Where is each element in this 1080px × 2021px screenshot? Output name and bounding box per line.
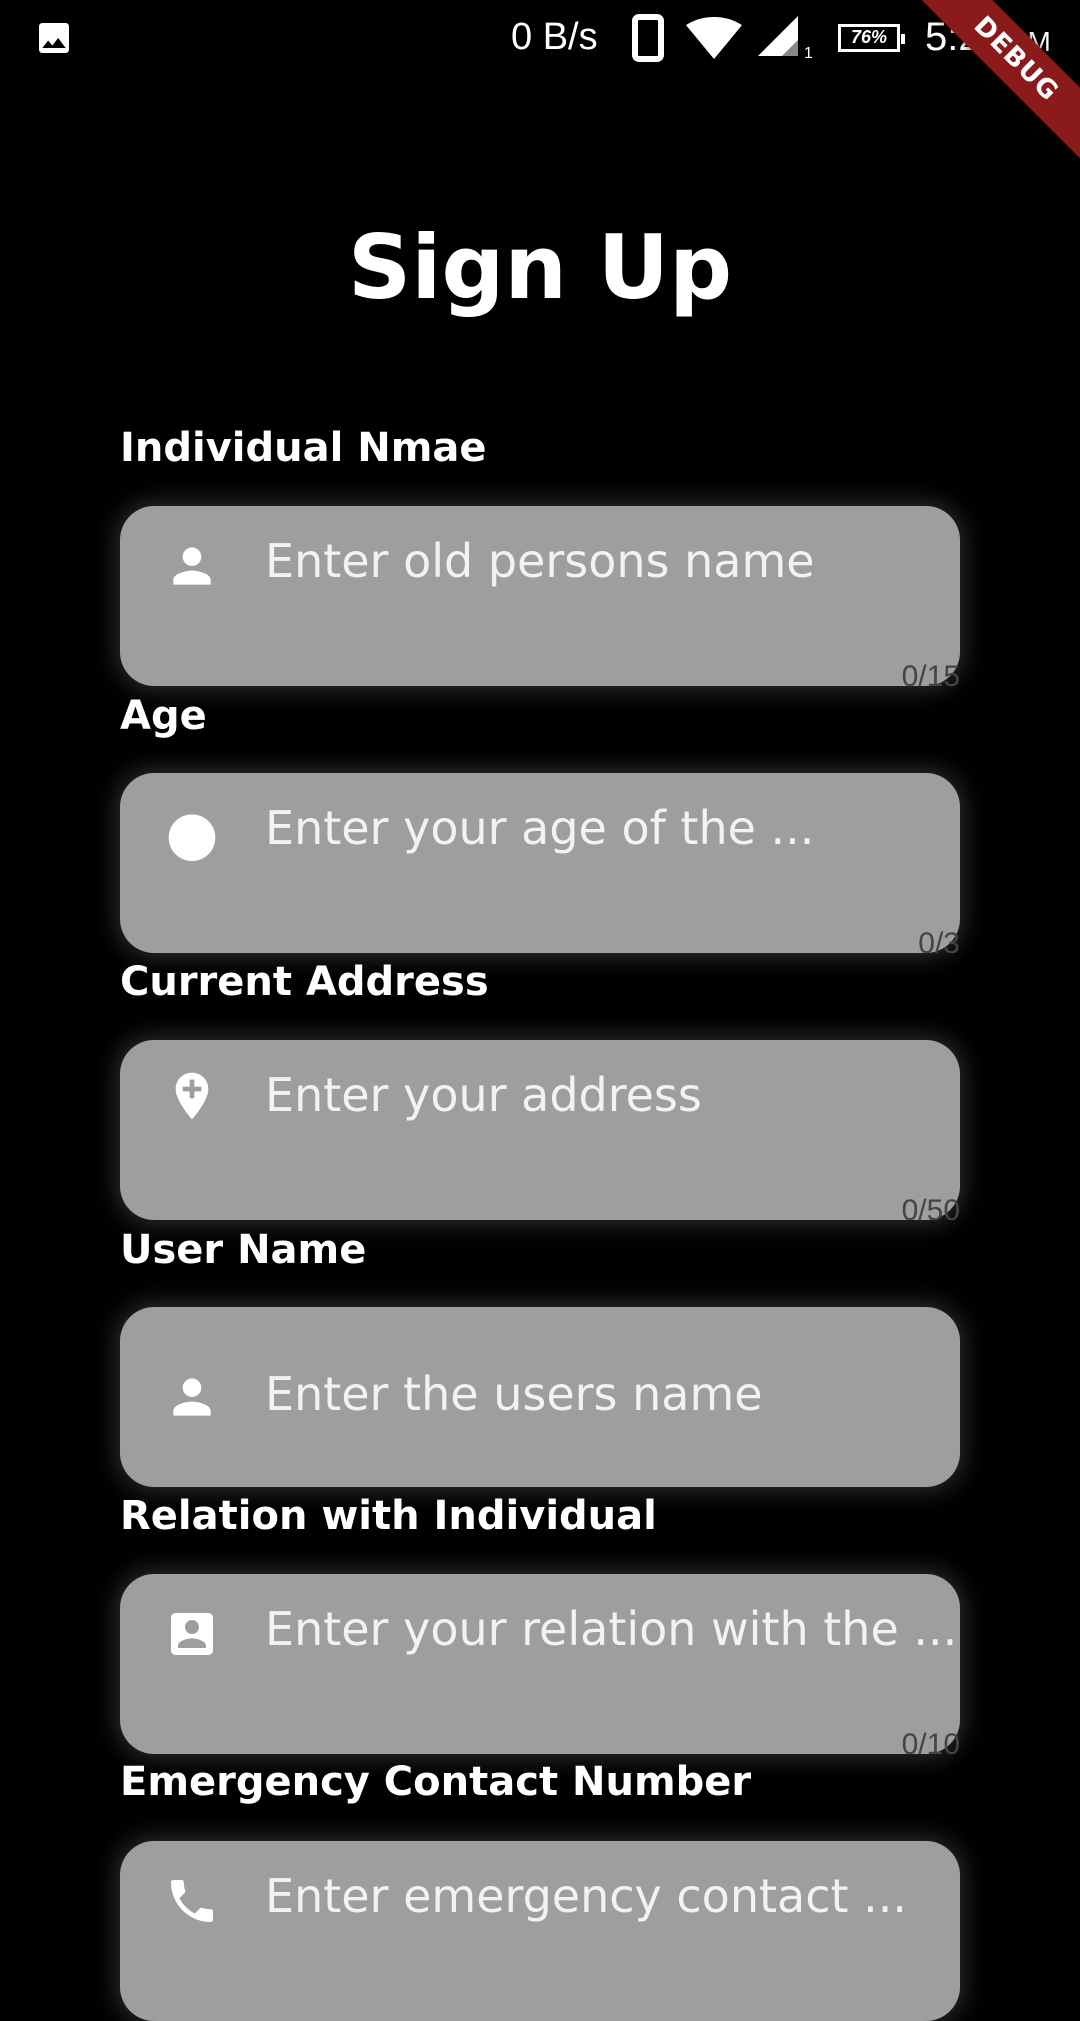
relation-counter: 0/10 — [901, 1728, 960, 1761]
individual-name-field[interactable]: Enter old persons name 0/15 — [120, 506, 960, 693]
svg-text:1: 1 — [804, 45, 813, 60]
network-speed: 0 B/s — [511, 16, 598, 58]
user-name-placeholder: Enter the users name — [265, 1367, 763, 1421]
relation-placeholder: Enter your relation with the ... — [265, 1602, 958, 1656]
wifi-icon — [686, 0, 742, 75]
circle-icon — [164, 805, 220, 861]
emergency-contact-placeholder: Enter emergency contact ... — [265, 1869, 908, 1923]
current-address-placeholder: Enter your address — [265, 1068, 702, 1122]
current-address-field[interactable]: Enter your address 0/50 — [120, 1040, 960, 1227]
battery-indicator: 76% — [838, 0, 905, 75]
label-emergency-contact: Emergency Contact Number — [120, 1759, 752, 1805]
label-current-address: Current Address — [120, 959, 489, 1005]
person-icon — [164, 538, 220, 594]
status-bar: 0 B/s 1 76% 5:24 PM — [0, 0, 1080, 75]
label-age: Age — [120, 693, 207, 739]
age-placeholder: Enter your age of the ... — [265, 801, 815, 855]
label-user-name: User Name — [120, 1227, 367, 1273]
user-name-field[interactable]: Enter the users name — [120, 1307, 960, 1487]
cell-signal-icon: 1 — [758, 0, 818, 75]
person-icon — [164, 1369, 220, 1425]
emergency-contact-field[interactable]: Enter emergency contact ... — [120, 1841, 960, 2021]
label-individual-name: Individual Nmae — [120, 425, 487, 471]
age-counter: 0/3 — [918, 927, 960, 960]
current-address-counter: 0/50 — [901, 1194, 960, 1227]
phone-icon — [164, 1873, 220, 1929]
phone-device-icon — [632, 0, 664, 75]
age-field[interactable]: Enter your age of the ... 0/3 — [120, 773, 960, 960]
page-title: Sign Up — [347, 216, 733, 319]
label-relation: Relation with Individual — [120, 1493, 657, 1539]
contact-card-icon — [164, 1606, 220, 1662]
individual-name-counter: 0/15 — [901, 660, 960, 693]
gallery-icon — [34, 0, 74, 75]
add-location-icon — [164, 1068, 220, 1124]
relation-field[interactable]: Enter your relation with the ... 0/10 — [120, 1574, 960, 1761]
battery-level: 76% — [838, 23, 905, 52]
individual-name-placeholder: Enter old persons name — [265, 534, 815, 588]
